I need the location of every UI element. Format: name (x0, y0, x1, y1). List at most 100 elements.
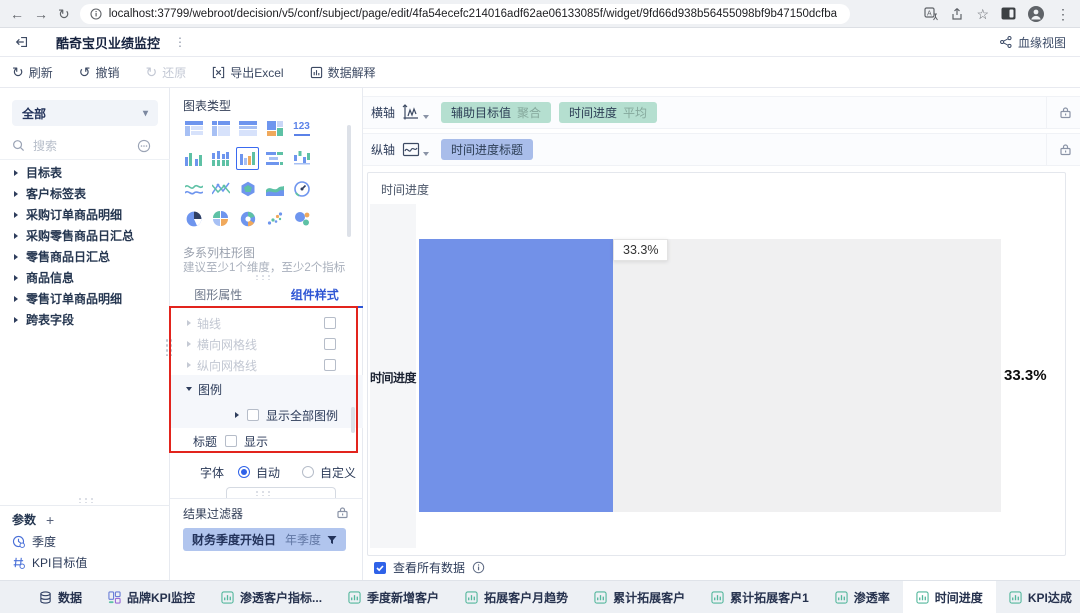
filter-resize-handle[interactable] (254, 490, 271, 496)
x-axis-lock-icon[interactable] (1046, 97, 1072, 128)
setting-row-title[interactable]: 标题 显示 (170, 432, 363, 450)
redo-button[interactable]: ↻ 还原 (146, 64, 187, 81)
tab-expand-customer-trend[interactable]: 拓展客户月趋势 (452, 581, 581, 613)
tab-cumulative-customers-1[interactable]: 累计拓展客户1 (698, 581, 822, 613)
chart-type-bar-icon[interactable] (263, 147, 286, 170)
tab-time-progress-active[interactable]: 时间进度 (902, 581, 996, 613)
font-auto-radio[interactable] (238, 466, 251, 478)
setting-row-axis-line[interactable]: 轴线 (170, 314, 363, 332)
chart-type-pie-icon[interactable] (182, 207, 205, 230)
chart-type-rose-icon[interactable] (236, 207, 259, 230)
h-gridline-checkbox[interactable] (324, 338, 336, 350)
tab-quarter-new-customers[interactable]: 季度新增客户 (335, 581, 452, 613)
data-explain-button[interactable]: 数据解释 (310, 64, 376, 81)
font-custom-radio[interactable] (302, 466, 315, 478)
page-info-icon[interactable] (90, 7, 102, 20)
search-settings-icon[interactable] (137, 139, 151, 153)
table-tree-item[interactable]: 商品信息 (0, 267, 170, 288)
param-item-kpi-target[interactable]: KPI目标值 (12, 554, 87, 571)
tab-component-style[interactable]: 组件样式 (266, 284, 363, 308)
side-panel-icon[interactable] (1001, 7, 1016, 20)
address-bar[interactable]: localhost:37799/webroot/decision/v5/conf… (79, 3, 850, 24)
browser-menu-icon[interactable]: ⋮ (1056, 7, 1070, 21)
title-show-checkbox[interactable] (225, 435, 238, 447)
search-input[interactable] (33, 138, 129, 153)
panel-resize-handle[interactable] (254, 274, 271, 280)
chart-type-line-icon[interactable] (182, 177, 205, 200)
y-axis-lock-icon[interactable] (1046, 134, 1072, 165)
result-filter-lock-icon[interactable] (336, 506, 349, 519)
chart-type-stacked-column-icon[interactable] (209, 147, 232, 170)
tab-graphic-properties[interactable]: 图形属性 (170, 284, 267, 308)
param-item-quarter[interactable]: 季度 (12, 533, 56, 550)
expand-arrow-icon[interactable] (187, 320, 191, 326)
chart-type-kpi-number-icon[interactable]: 123 (290, 117, 313, 140)
tab-penetration-metrics[interactable]: 渗透客户指标... (208, 581, 335, 613)
browser-forward-icon[interactable]: → (34, 7, 48, 21)
x-pill-aux-target[interactable]: 辅助目标值 聚合 (441, 102, 552, 123)
table-tree-item[interactable]: 目标表 (0, 162, 170, 183)
expand-arrow-icon[interactable] (14, 316, 18, 323)
chart-type-multiseries-column-icon-selected[interactable] (236, 147, 259, 170)
setting-row-h-gridline[interactable]: 横向网格线 (170, 335, 363, 353)
expand-arrow-icon[interactable] (14, 253, 18, 260)
table-tree-item[interactable]: 采购订单商品明细 (0, 204, 170, 225)
chart-type-area-icon[interactable] (263, 177, 286, 200)
axis-line-checkbox[interactable] (324, 317, 336, 329)
translate-icon[interactable]: A (924, 6, 939, 21)
settings-scrollbar[interactable] (351, 407, 355, 433)
tab-brand-kpi[interactable]: 品牌KPI监控 (95, 581, 208, 613)
collapse-arrow-icon[interactable] (186, 387, 192, 391)
expand-arrow-icon[interactable] (14, 295, 18, 302)
info-icon[interactable] (472, 561, 485, 574)
chart-type-scatter-icon[interactable] (263, 207, 286, 230)
view-all-data-checkbox[interactable] (374, 561, 386, 574)
y-pill-time-progress-title[interactable]: 时间进度标题 (441, 139, 534, 160)
chart-type-bubble-icon[interactable] (290, 207, 313, 230)
chart-type-grouped-table-icon[interactable] (182, 117, 205, 140)
expand-arrow-icon[interactable] (187, 341, 191, 347)
undo-button[interactable]: ↺ 撤销 (79, 64, 120, 81)
setting-row-v-gridline[interactable]: 纵向网格线 (170, 356, 363, 374)
export-excel-button[interactable]: 导出Excel (212, 64, 284, 81)
v-gridline-checkbox[interactable] (324, 359, 336, 371)
table-tree-item[interactable]: 采购零售商品日汇总 (0, 225, 170, 246)
chart-type-scrollbar[interactable] (347, 125, 351, 237)
title-more-icon[interactable]: ⋮ (174, 35, 186, 49)
expand-arrow-icon[interactable] (14, 169, 18, 176)
chart-type-pie-multi-icon[interactable] (209, 207, 232, 230)
bookmark-star-icon[interactable]: ☆ (976, 7, 989, 21)
setting-row-legend[interactable]: 图例 (170, 380, 363, 398)
browser-back-icon[interactable]: ← (10, 7, 24, 21)
sidebar-resize-handle[interactable] (165, 338, 172, 356)
exit-edit-icon[interactable] (14, 34, 30, 50)
chart-type-range-column-icon[interactable] (290, 147, 313, 170)
refresh-button[interactable]: ↻ 刷新 (12, 64, 53, 81)
expand-arrow-icon[interactable] (14, 232, 18, 239)
progress-bar[interactable] (419, 239, 613, 512)
expand-arrow-icon[interactable] (187, 362, 191, 368)
bar-chart-canvas[interactable]: 时间进度 时间进度 33.3% 33.3% (367, 172, 1066, 556)
y-axis-type-icon[interactable] (401, 141, 429, 158)
chart-type-gauge-icon[interactable] (290, 177, 313, 200)
result-filter-pill[interactable]: 财务季度开始日 年季度 (183, 528, 346, 551)
setting-row-show-all-legend[interactable]: 显示全部图例 (170, 406, 363, 424)
lineage-view-button[interactable]: 血缘视图 (999, 34, 1066, 51)
chart-type-kpi-board-icon[interactable] (263, 117, 286, 140)
tab-kpi-achievement[interactable]: KPI达成 (996, 581, 1080, 613)
table-tree-item[interactable]: 客户标签表 (0, 183, 170, 204)
tab-data[interactable]: 数据 (26, 581, 95, 613)
tab-penetration-rate[interactable]: 渗透率 (822, 581, 903, 613)
x-axis-type-icon[interactable] (401, 104, 429, 121)
chart-type-combo-line-icon[interactable] (209, 177, 232, 200)
chart-type-cross-table-icon[interactable] (236, 117, 259, 140)
table-tree-item[interactable]: 零售商品日汇总 (0, 246, 170, 267)
params-resize-handle[interactable] (77, 497, 94, 503)
share-icon[interactable] (950, 7, 964, 21)
chart-type-detail-table-icon[interactable] (209, 117, 232, 140)
show-all-legend-checkbox[interactable] (247, 409, 259, 421)
table-tree-item[interactable]: 跨表字段 (0, 309, 170, 330)
browser-reload-icon[interactable]: ↻ (58, 7, 70, 21)
expand-arrow-icon[interactable] (14, 274, 18, 281)
expand-arrow-icon[interactable] (14, 211, 18, 218)
